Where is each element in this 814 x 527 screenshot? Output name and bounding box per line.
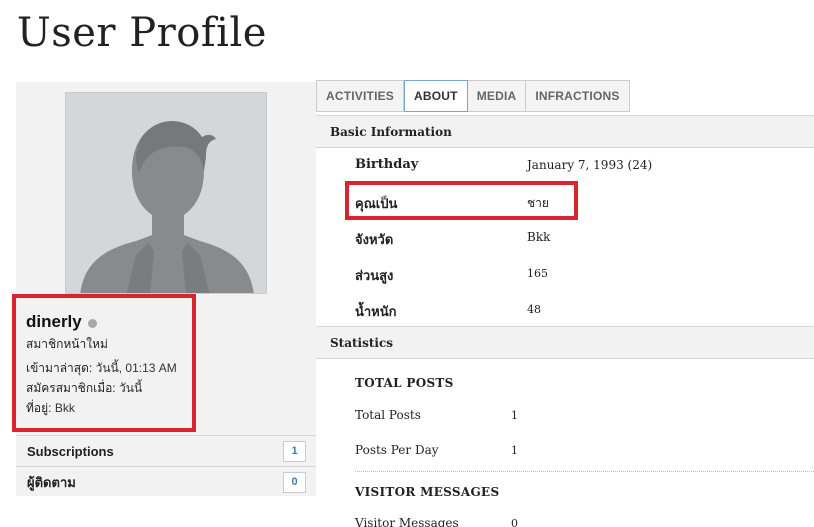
followers-row[interactable]: ผู้ติดตาม 0 <box>16 466 316 497</box>
last-activity: เข้ามาล่าสุด: วันนี้, 01:13 AM <box>26 359 177 378</box>
location-label: ที่อยู่: <box>26 401 52 415</box>
location: ที่อยู่: Bkk <box>26 399 75 418</box>
visitor-messages-label: Visitor Messages <box>355 516 459 527</box>
visitor-messages-value: 0 <box>511 517 518 527</box>
default-avatar-icon <box>66 93 266 293</box>
profile-sidebar: dinerly สมาชิกหน้าใหม่ เข้ามาล่าสุด: วัน… <box>12 82 316 497</box>
username[interactable]: dinerly <box>26 312 82 332</box>
user-title: สมาชิกหน้าใหม่ <box>26 337 108 351</box>
subscriptions-row[interactable]: Subscriptions 1 <box>16 435 316 466</box>
statistics-heading: Statistics <box>316 326 814 359</box>
tab-activities[interactable]: ACTIVITIES <box>316 80 405 112</box>
avatar[interactable] <box>65 92 267 294</box>
stats-divider <box>355 471 814 472</box>
total-posts-title: TOTAL POSTS <box>355 376 454 390</box>
field-value-province: Bkk <box>527 230 551 244</box>
username-row: dinerly <box>26 312 97 332</box>
location-value: Bkk <box>54 401 75 415</box>
offline-status-icon <box>87 318 97 328</box>
subscriptions-label: Subscriptions <box>27 443 114 459</box>
profile-info-highlight: dinerly สมาชิกหน้าใหม่ เข้ามาล่าสุด: วัน… <box>12 294 196 432</box>
field-label-birthday: Birthday <box>355 157 419 172</box>
visitor-messages-title: VISITOR MESSAGES <box>355 485 500 499</box>
join-date-label: สมัครสมาชิกเมื่อ: <box>26 381 116 395</box>
join-date-value: วันนี้ <box>119 381 143 395</box>
posts-per-day-label: Posts Per Day <box>355 443 439 457</box>
field-value-weight: 48 <box>527 303 541 316</box>
tab-about[interactable]: ABOUT <box>404 80 468 112</box>
followers-count[interactable]: 0 <box>283 472 306 493</box>
tab-media[interactable]: MEDIA <box>467 80 527 112</box>
join-date: สมัครสมาชิกเมื่อ: วันนี้ <box>26 379 142 398</box>
subscriptions-count[interactable]: 1 <box>283 441 306 462</box>
field-label-province: จังหวัด <box>355 233 394 248</box>
field-value-gender: ชาย <box>527 196 549 210</box>
tab-infractions[interactable]: INFRACTIONS <box>526 80 630 112</box>
profile-tabs: ACTIVITIES ABOUT MEDIA INFRACTIONS <box>316 80 630 113</box>
field-value-birthday: January 7, 1993 (24) <box>527 158 653 172</box>
total-posts-value: 1 <box>511 409 518 422</box>
total-posts-label: Total Posts <box>355 408 421 422</box>
last-activity-label: เข้ามาล่าสุด: <box>26 361 93 375</box>
posts-per-day-value: 1 <box>511 444 518 457</box>
page-title: User Profile <box>17 10 267 56</box>
field-label-gender: คุณเป็น <box>355 197 398 212</box>
last-activity-value: วันนี้, 01:13 AM <box>95 361 177 375</box>
field-value-height: 165 <box>527 267 548 280</box>
field-label-weight: น้ำหนัก <box>355 305 397 320</box>
basic-info-heading: Basic Information <box>316 115 814 148</box>
followers-label: ผู้ติดตาม <box>27 474 76 490</box>
about-panel: Basic Information Birthday January 7, 19… <box>316 113 814 527</box>
field-label-height: ส่วนสูง <box>355 269 394 284</box>
